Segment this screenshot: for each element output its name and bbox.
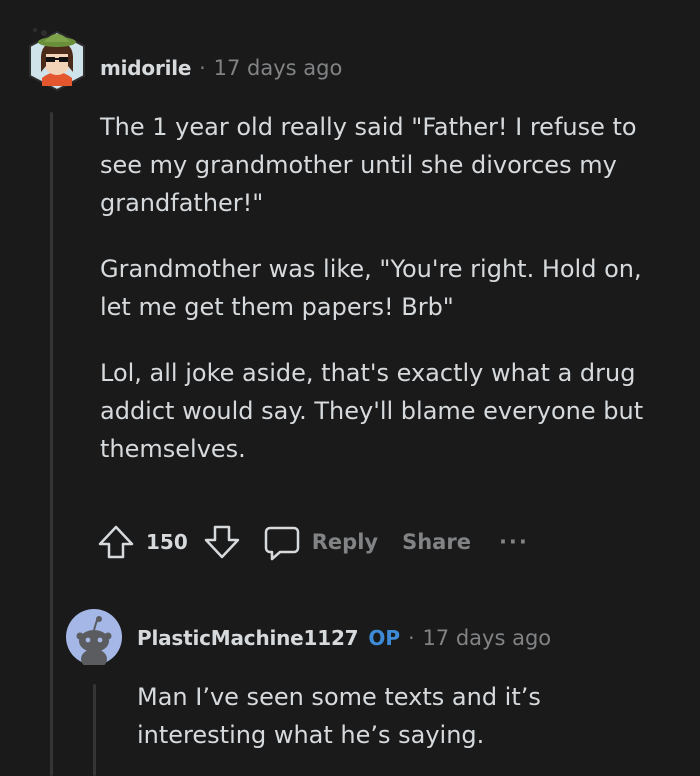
downvote-arrow-icon bbox=[204, 525, 239, 559]
meta-separator: · bbox=[199, 56, 206, 80]
comment-meta: midorile · 17 days ago bbox=[100, 56, 342, 80]
reply-paragraph: Man I’ve seen some texts and it’s intere… bbox=[137, 683, 541, 749]
upvote-button[interactable] bbox=[96, 522, 136, 562]
more-options-button[interactable]: ··· bbox=[499, 530, 529, 554]
vote-count: 150 bbox=[146, 530, 188, 554]
comment-paragraph: Grandmother was like, "You're right. Hol… bbox=[100, 255, 642, 321]
comment-paragraph: Lol, all joke aside, that's exactly what… bbox=[100, 359, 644, 463]
snoo-avatar-icon bbox=[66, 609, 122, 669]
speech-bubble-icon bbox=[264, 526, 299, 561]
reply-thread-line[interactable] bbox=[93, 684, 96, 776]
op-badge: OP bbox=[368, 626, 401, 650]
comment-actions: 150 Reply Share ··· bbox=[96, 520, 529, 564]
reply-meta: PlasticMachine1127 OP · 17 days ago bbox=[137, 626, 551, 650]
reply-username[interactable]: PlasticMachine1127 bbox=[137, 626, 359, 650]
reply-timestamp[interactable]: 17 days ago bbox=[422, 626, 551, 650]
comment-body: The 1 year old really said "Father! I re… bbox=[100, 108, 680, 496]
thread-line[interactable] bbox=[50, 112, 53, 776]
avatar-image bbox=[29, 28, 85, 92]
meta-separator: · bbox=[408, 626, 415, 650]
comment-username[interactable]: midorile bbox=[100, 56, 191, 80]
share-button[interactable]: Share bbox=[402, 530, 471, 554]
reply-body: Man I’ve seen some texts and it’s intere… bbox=[137, 678, 677, 754]
upvote-arrow-icon bbox=[98, 525, 134, 559]
reply-label: Reply bbox=[311, 530, 379, 554]
downvote-button[interactable] bbox=[202, 522, 242, 562]
user-avatar[interactable] bbox=[22, 26, 92, 96]
comment-timestamp[interactable]: 17 days ago bbox=[214, 56, 343, 80]
comment-paragraph: The 1 year old really said "Father! I re… bbox=[100, 113, 637, 217]
reply-avatar[interactable] bbox=[66, 609, 122, 669]
reply-button[interactable]: Reply bbox=[262, 522, 378, 562]
